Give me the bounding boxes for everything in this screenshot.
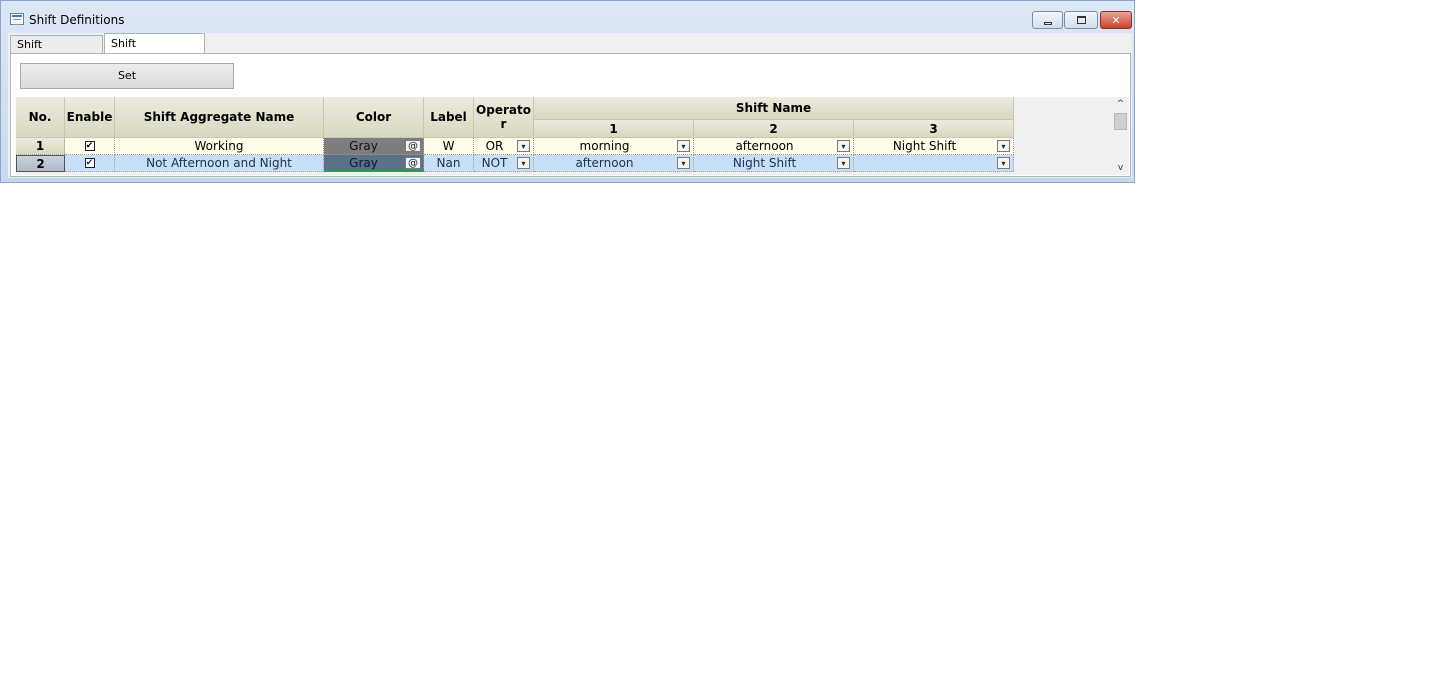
close-icon: ✕ [1111,13,1121,27]
shift3-value: Night Shift [892,139,957,153]
operator-value: NOT [481,156,508,170]
label-cell[interactable]: W [424,138,474,155]
vertical-scrollbar[interactable]: ^ v [1112,97,1129,175]
scroll-down-icon[interactable]: v [1112,161,1129,175]
row-number[interactable]: 2 [16,155,65,172]
operator-cell[interactable]: OR ▾ [474,138,534,155]
row-number[interactable]: 1 [16,138,65,155]
header-shift-name: Shift Name [534,97,1014,120]
header-shift-aggregate-name[interactable]: Shift Aggregate Name [115,97,324,138]
label-cell[interactable]: Nan [424,155,474,172]
header-label[interactable]: Label [424,97,474,138]
chevron-down-icon[interactable]: ▾ [997,140,1010,152]
operator-value: OR [485,139,504,153]
chevron-down-icon[interactable]: ▾ [837,140,850,152]
maximize-icon [1076,16,1086,24]
title-bar[interactable]: Shift Definitions ✕ [1,1,1134,35]
shift1-value: morning [579,139,630,153]
color-picker-button[interactable]: @ [405,140,421,152]
header-no[interactable]: No. [16,97,65,138]
shift2-cell[interactable]: afternoon ▾ [694,138,854,155]
shift2-value: afternoon [735,139,794,153]
header-operator-line2: r [500,117,507,131]
window-title: Shift Definitions [29,13,125,27]
color-cell[interactable]: Gray @ [324,155,424,172]
header-shift-3[interactable]: 3 [854,120,1014,138]
tab-shift-definitions[interactable]: Shift Definitions [10,35,103,69]
chevron-down-icon[interactable]: ▾ [517,157,530,169]
name-cell[interactable]: Not Afternoon and Night [115,155,324,172]
color-value: Gray [349,155,378,170]
enable-cell: ✔ [65,138,115,155]
shift3-cell[interactable]: Night Shift ▾ [854,138,1014,155]
header-color[interactable]: Color [324,97,424,138]
shift-aggregates-grid: No. Enable Shift Aggregate Name Color La… [16,97,1129,175]
header-shift-1[interactable]: 1 [534,120,694,138]
header-shift-2[interactable]: 2 [694,120,854,138]
chevron-down-icon[interactable]: ▾ [677,157,690,169]
header-enable[interactable]: Enable [65,97,115,138]
shift3-cell[interactable]: ▾ [854,155,1014,172]
minimize-icon [1043,21,1052,25]
chevron-down-icon[interactable]: ▾ [677,140,690,152]
operator-cell[interactable]: NOT ▾ [474,155,534,172]
scroll-up-icon[interactable]: ^ [1112,97,1129,111]
shift-aggregates-panel: Set No. Enable Shift Aggregate Name Colo… [10,53,1131,177]
shift2-value: Night Shift [732,156,797,170]
app-window-icon [10,13,24,25]
set-button[interactable]: Set [20,63,234,89]
minimize-button[interactable] [1032,11,1063,29]
shift-definitions-window: Shift Definitions ✕ Shift Definitions Sh… [0,0,1135,183]
enable-checkbox[interactable]: ✔ [84,158,95,168]
maximize-button[interactable] [1064,11,1098,29]
shift1-value: afternoon [575,156,634,170]
header-operator[interactable]: Operato r [474,97,534,138]
shift1-cell[interactable]: afternoon ▾ [534,155,694,172]
client-area: Shift Definitions Shift Aggregates Set N… [8,33,1132,178]
chevron-down-icon[interactable]: ▾ [837,157,850,169]
header-operator-line1: Operato [476,103,531,117]
name-cell[interactable]: Working [115,138,324,155]
shift2-cell[interactable]: Night Shift ▾ [694,155,854,172]
color-picker-button[interactable]: @ [405,157,421,169]
tab-shift-aggregates[interactable]: Shift Aggregates [104,33,205,70]
enable-cell: ✔ [65,155,115,172]
scroll-thumb[interactable] [1114,113,1127,130]
shift1-cell[interactable]: morning ▾ [534,138,694,155]
chevron-down-icon[interactable]: ▾ [517,140,530,152]
chevron-down-icon[interactable]: ▾ [997,157,1010,169]
color-cell[interactable]: Gray @ [324,138,424,155]
close-button[interactable]: ✕ [1100,11,1132,29]
color-value: Gray [349,139,378,153]
enable-checkbox[interactable]: ✔ [84,141,95,151]
